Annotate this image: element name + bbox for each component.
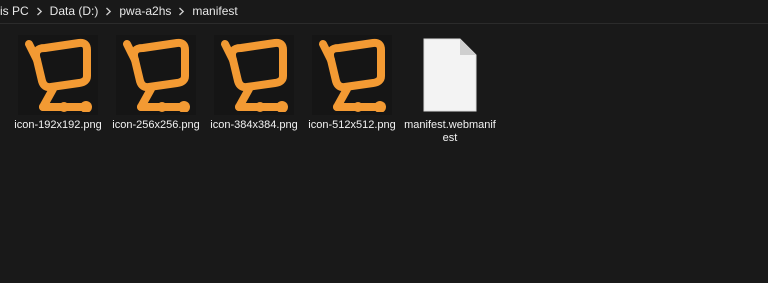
cart-logo-icon — [312, 35, 392, 115]
file-item-icon-192[interactable]: icon-192x192.png — [12, 35, 104, 132]
breadcrumb-item-manifest[interactable]: manifest — [186, 4, 243, 18]
file-item-icon-256[interactable]: icon-256x256.png — [110, 35, 202, 132]
file-name: icon-384x384.png — [210, 119, 298, 131]
file-item-icon-384[interactable]: icon-384x384.png — [208, 35, 300, 132]
breadcrumb-item-data-drive[interactable]: Data (D:) — [44, 4, 105, 18]
blank-document-icon — [410, 35, 490, 115]
address-bar[interactable]: is PC Data (D:) pwa-a2hs manifest — [0, 0, 768, 24]
cart-logo-icon — [18, 35, 98, 115]
breadcrumb: is PC Data (D:) pwa-a2hs manifest — [0, 0, 244, 22]
breadcrumb-item-this-pc[interactable]: is PC — [0, 4, 35, 18]
file-name: icon-256x256.png — [112, 119, 200, 131]
cart-logo-icon — [116, 35, 196, 115]
file-name: manifest.webmanifest — [404, 119, 496, 144]
breadcrumb-item-pwa-a2hs[interactable]: pwa-a2hs — [113, 4, 177, 18]
file-name: icon-192x192.png — [14, 119, 102, 131]
chevron-right-icon[interactable] — [177, 7, 186, 16]
file-list-pane[interactable]: icon-192x192.png icon-256x256.png icon-3… — [0, 25, 768, 283]
cart-logo-icon — [214, 35, 294, 115]
chevron-right-icon[interactable] — [104, 7, 113, 16]
chevron-right-icon[interactable] — [35, 7, 44, 16]
file-item-icon-512[interactable]: icon-512x512.png — [306, 35, 398, 132]
file-item-manifest[interactable]: manifest.webmanifest — [404, 35, 496, 145]
file-name: icon-512x512.png — [308, 119, 396, 131]
